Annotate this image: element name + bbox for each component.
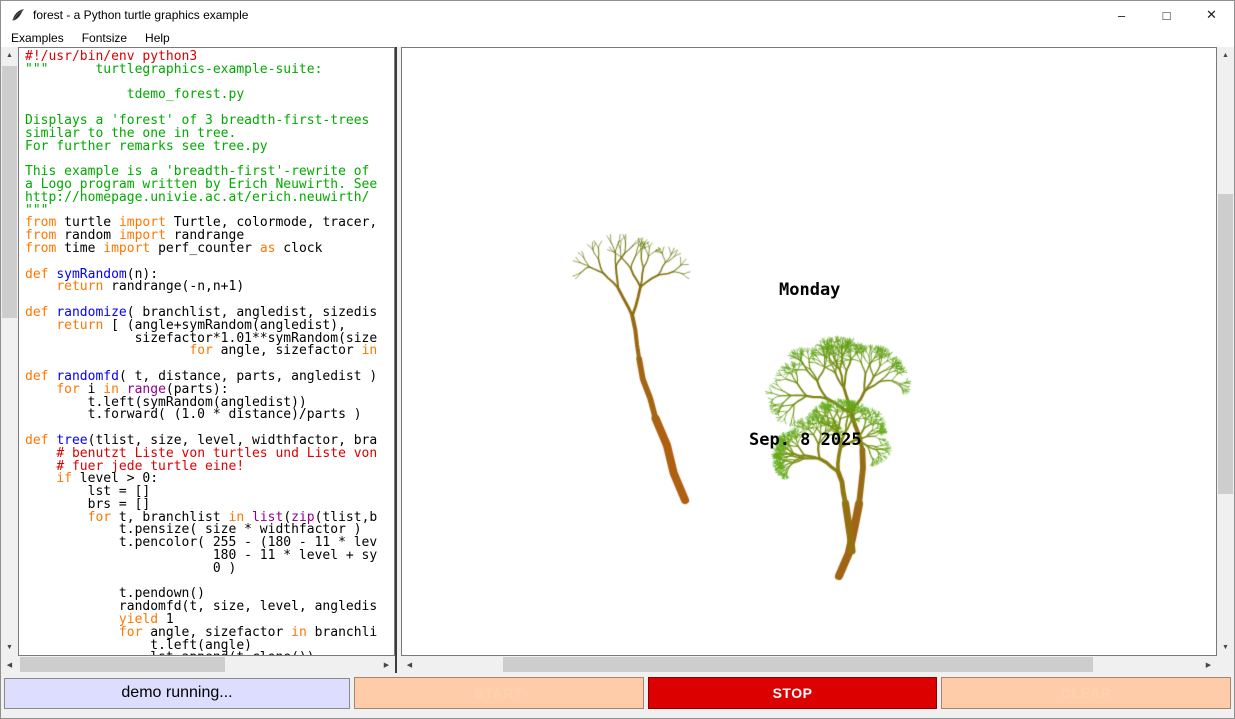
close-button[interactable]: ✕	[1189, 1, 1234, 29]
start-button[interactable]: START	[354, 677, 644, 709]
window-controls: – □ ✕	[1099, 1, 1234, 29]
code-text[interactable]: #!/usr/bin/env python3""" turtlegraphics…	[18, 47, 395, 656]
scroll-down-arrow-icon[interactable]: ▼	[1, 639, 18, 656]
code-vscroll-track[interactable]	[1, 64, 18, 639]
code-horizontal-scrollbar[interactable]: ◀ ▶	[1, 656, 395, 673]
app-icon	[10, 7, 26, 23]
scroll-up-arrow-icon[interactable]: ▲	[1, 47, 18, 64]
window-title: forest - a Python turtle graphics exampl…	[33, 8, 248, 22]
code-hscroll-thumb[interactable]	[20, 657, 225, 672]
scroll-right-arrow-icon[interactable]: ▶	[1200, 656, 1217, 673]
code-vscroll-thumb[interactable]	[2, 66, 17, 318]
menu-bar: Examples Fontsize Help	[1, 29, 1234, 47]
scrollbar-corner	[1217, 656, 1234, 673]
code-pane: ▲ ▼ #!/usr/bin/env python3""" turtlegrap…	[1, 47, 395, 656]
canvas-vscroll-track[interactable]	[1217, 64, 1234, 639]
maximize-button[interactable]: □	[1144, 1, 1189, 29]
canvas-horizontal-scrollbar[interactable]: ◀ ▶	[401, 656, 1217, 673]
title-bar: forest - a Python turtle graphics exampl…	[1, 1, 1234, 29]
clear-button[interactable]: CLEAR	[941, 677, 1231, 709]
horizontal-scrollbar-row: ◀ ▶ ◀ ▶	[1, 656, 1234, 673]
menu-help[interactable]: Help	[136, 30, 179, 46]
bottom-bar: demo running... START STOP CLEAR	[1, 673, 1234, 713]
scroll-left-arrow-icon[interactable]: ◀	[401, 656, 418, 673]
main-area: ▲ ▼ #!/usr/bin/env python3""" turtlegrap…	[1, 47, 1234, 656]
app-window: forest - a Python turtle graphics exampl…	[0, 0, 1235, 719]
turtle-canvas[interactable]: Monday Sep. 8 2025	[401, 47, 1217, 656]
menu-examples[interactable]: Examples	[2, 30, 73, 46]
menu-fontsize[interactable]: Fontsize	[73, 30, 136, 46]
code-vertical-scrollbar[interactable]: ▲ ▼	[1, 47, 18, 656]
canvas-text-weekday: Monday	[779, 280, 840, 300]
canvas-vertical-scrollbar[interactable]: ▲ ▼	[1217, 47, 1234, 656]
canvas-text-date: Sep. 8 2025	[749, 430, 862, 450]
scroll-down-arrow-icon[interactable]: ▼	[1217, 639, 1234, 656]
scroll-up-arrow-icon[interactable]: ▲	[1217, 47, 1234, 64]
code-hscroll-track[interactable]	[18, 656, 378, 673]
scroll-right-arrow-icon[interactable]: ▶	[378, 656, 395, 673]
scroll-left-arrow-icon[interactable]: ◀	[1, 656, 18, 673]
status-label: demo running...	[4, 678, 350, 709]
stop-button[interactable]: STOP	[648, 677, 938, 709]
minimize-button[interactable]: –	[1099, 1, 1144, 29]
canvas-hscroll-track[interactable]	[418, 656, 1200, 673]
turtle-drawing	[402, 48, 1216, 655]
canvas-vscroll-thumb[interactable]	[1218, 194, 1233, 494]
canvas-hscroll-thumb[interactable]	[503, 657, 1093, 672]
